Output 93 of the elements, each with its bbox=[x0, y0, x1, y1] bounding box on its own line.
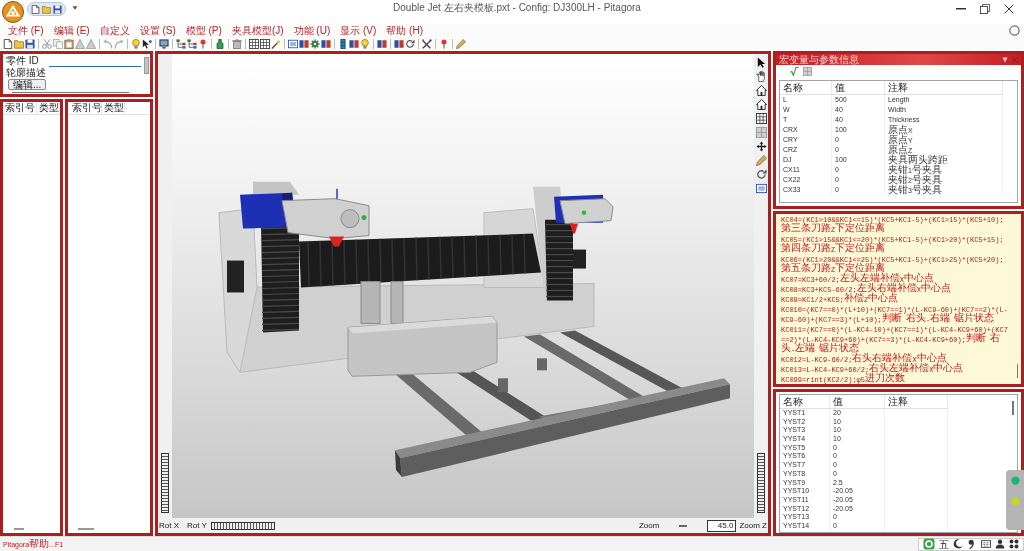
column-header[interactable]: 注释 bbox=[885, 81, 1003, 95]
cursor-icon[interactable] bbox=[142, 39, 152, 49]
save-icon[interactable] bbox=[25, 39, 35, 49]
block-icon[interactable] bbox=[349, 39, 359, 49]
menu-item[interactable]: 夹具模型(J) bbox=[231, 24, 284, 37]
cursor-icon[interactable] bbox=[755, 57, 767, 68]
scrollbar-thumb[interactable] bbox=[14, 527, 24, 530]
close-icon[interactable] bbox=[1004, 4, 1014, 14]
input-mode-label[interactable]: 五 bbox=[939, 538, 949, 550]
window-title: Double Jet 左右夹模板.pxt - Config: DJ300LH - Pitagora bbox=[393, 2, 641, 14]
dot-icon[interactable] bbox=[1010, 476, 1020, 485]
new-file-icon[interactable] bbox=[3, 39, 13, 49]
scrollbar-thumb[interactable] bbox=[1016, 364, 1019, 378]
column-header[interactable]: 名称 bbox=[780, 395, 830, 409]
rot-x-label: Rot X bbox=[159, 520, 179, 531]
home-icon[interactable] bbox=[755, 85, 767, 96]
punctuation-icon[interactable] bbox=[967, 539, 977, 549]
grid-icon[interactable] bbox=[260, 39, 270, 49]
lightbulb-icon[interactable] bbox=[360, 39, 370, 49]
column-header[interactable]: 索引号 bbox=[70, 102, 102, 114]
minimize-icon[interactable] bbox=[956, 8, 966, 10]
restore-icon[interactable] bbox=[980, 4, 990, 14]
minus-icon[interactable] bbox=[679, 524, 688, 527]
scrollbar-thumb[interactable] bbox=[143, 57, 149, 74]
refresh-icon[interactable] bbox=[405, 39, 415, 49]
tree-icon[interactable] bbox=[187, 39, 197, 49]
moon-icon[interactable] bbox=[953, 539, 963, 549]
move-icon[interactable] bbox=[755, 141, 767, 152]
column-header[interactable]: 注释 bbox=[885, 395, 948, 409]
monitor-icon[interactable] bbox=[159, 39, 169, 49]
new-file-icon[interactable] bbox=[31, 4, 40, 14]
scrollbar-thumb[interactable] bbox=[1012, 401, 1014, 415]
menu-item[interactable]: 自定义 bbox=[99, 24, 130, 37]
menu-item[interactable]: 设置 (S) bbox=[139, 24, 176, 37]
ime-logo-icon[interactable] bbox=[923, 538, 935, 550]
frame-icon[interactable] bbox=[288, 39, 298, 49]
menu-item[interactable]: 显示 (V) bbox=[340, 24, 377, 37]
tools-icon[interactable] bbox=[422, 39, 432, 49]
home-icon[interactable] bbox=[755, 99, 767, 110]
bar-icon[interactable] bbox=[338, 39, 348, 49]
block-icon[interactable] bbox=[394, 39, 404, 49]
zoom-label: Zoom bbox=[639, 520, 660, 531]
panel-title: 宏变量与参数信息 bbox=[779, 54, 859, 65]
block-icon[interactable] bbox=[321, 39, 331, 49]
scrollbar-thumb[interactable] bbox=[78, 527, 94, 530]
pen-icon[interactable] bbox=[456, 39, 466, 49]
grid-icon[interactable] bbox=[755, 113, 767, 124]
formula-icon[interactable] bbox=[790, 67, 799, 76]
description-label: 轮廓描述 bbox=[6, 67, 47, 78]
dot-icon[interactable] bbox=[1010, 497, 1020, 506]
part-id-label: 零件 ID bbox=[6, 55, 40, 67]
logo-icon[interactable] bbox=[2, 1, 24, 23]
zoom-z-wheel[interactable] bbox=[757, 453, 765, 513]
folder-icon[interactable] bbox=[14, 39, 24, 49]
column-header[interactable]: 值 bbox=[832, 81, 885, 95]
ring-icon[interactable] bbox=[1009, 25, 1020, 36]
person-icon[interactable] bbox=[995, 539, 1005, 549]
menu-item[interactable]: 文件 (F) bbox=[8, 24, 44, 37]
menu-item[interactable]: 编辑 (E) bbox=[53, 24, 90, 37]
block-icon[interactable] bbox=[299, 39, 309, 49]
keyboard-icon[interactable] bbox=[981, 539, 991, 549]
save-icon[interactable] bbox=[53, 4, 62, 14]
pin-icon[interactable] bbox=[439, 39, 449, 49]
gear-icon[interactable] bbox=[310, 39, 320, 49]
table-cell: 夹具两头跨距 bbox=[885, 155, 1003, 165]
rotation-x-wheel[interactable] bbox=[161, 453, 169, 513]
column-header[interactable]: 类型 bbox=[102, 102, 125, 114]
edit-button[interactable]: 编辑... bbox=[8, 79, 47, 90]
bottle-icon[interactable] bbox=[215, 39, 225, 49]
frame-icon[interactable] bbox=[755, 183, 767, 194]
tree-icon[interactable] bbox=[176, 39, 186, 49]
caret-icon[interactable] bbox=[72, 6, 78, 10]
column-header[interactable]: 名称 bbox=[780, 81, 832, 95]
zoom-z-label: Zoom Z bbox=[739, 520, 767, 531]
zoom-field[interactable]: 45.0 bbox=[707, 519, 737, 532]
menu-item[interactable]: 功能 (U) bbox=[293, 24, 331, 37]
trash-icon[interactable] bbox=[232, 39, 242, 49]
wand-icon[interactable] bbox=[271, 39, 281, 49]
rotation-y-wheel[interactable] bbox=[210, 521, 275, 530]
menu-item[interactable]: 模型 (P) bbox=[185, 24, 222, 37]
hand-icon[interactable] bbox=[755, 71, 767, 82]
menu-item[interactable]: 帮助 (H) bbox=[386, 24, 423, 37]
rot-y-label: Rot Y bbox=[187, 520, 207, 531]
pin-icon[interactable] bbox=[198, 39, 208, 49]
column-header[interactable]: 类型 bbox=[37, 102, 60, 114]
block-icon[interactable] bbox=[377, 39, 387, 49]
caret-icon[interactable] bbox=[1002, 56, 1008, 63]
clipboard-icon[interactable] bbox=[64, 39, 74, 49]
refresh-icon[interactable] bbox=[755, 169, 767, 180]
apps-icon[interactable] bbox=[1009, 539, 1019, 549]
column-header[interactable]: 值 bbox=[830, 395, 885, 409]
grid-icon[interactable] bbox=[249, 39, 259, 49]
column-header[interactable]: 索引号 bbox=[3, 102, 37, 114]
